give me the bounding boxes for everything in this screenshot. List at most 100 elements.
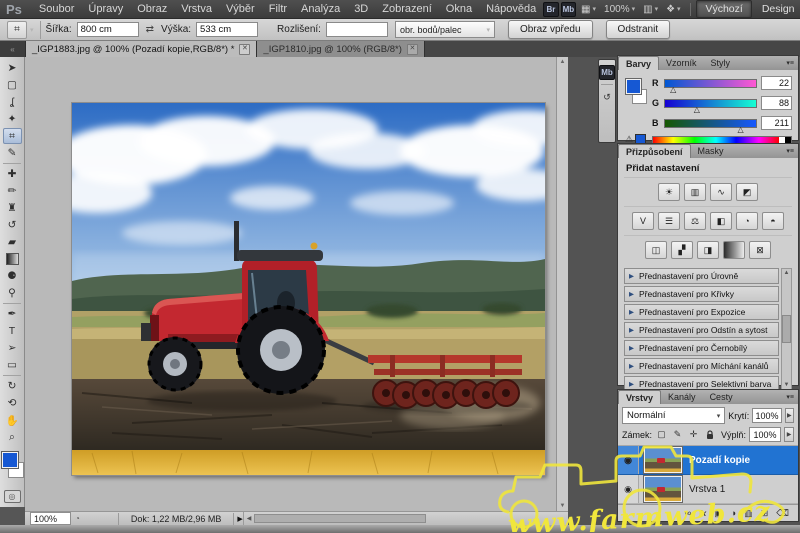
spot-healing-brush-tool[interactable]: ✚ bbox=[3, 166, 22, 182]
zoom-level-button[interactable]: 100%▾ bbox=[601, 4, 638, 15]
menu-vyber[interactable]: Výběr bbox=[219, 2, 262, 16]
document-tab-inactive[interactable]: _IGP1810.jpg @ 100% (RGB/8*) ✕ bbox=[257, 41, 425, 57]
mini-bridge-panel-button[interactable]: Mb bbox=[599, 64, 615, 80]
workspace-vychozi[interactable]: Výchozí bbox=[696, 0, 751, 18]
quick-mask-button[interactable]: ◎ bbox=[4, 490, 21, 503]
menu-upravy[interactable]: Úpravy bbox=[81, 2, 130, 16]
channel-mixer-icon[interactable]: ◓ bbox=[762, 212, 784, 230]
blur-tool[interactable]: ⚈ bbox=[3, 268, 22, 284]
menu-soubor[interactable]: Soubor bbox=[32, 2, 81, 16]
preset-curves[interactable]: ▶Přednastavení pro Křivky bbox=[624, 286, 779, 302]
selective-color-icon[interactable]: ⊠ bbox=[749, 241, 771, 259]
tab-masky[interactable]: Masky bbox=[691, 144, 731, 158]
brightness-contrast-icon[interactable]: ☀ bbox=[658, 183, 680, 201]
scrollbar-thumb[interactable] bbox=[782, 315, 791, 343]
blue-value[interactable]: 211 bbox=[761, 116, 792, 130]
slider-thumb[interactable]: △ bbox=[670, 86, 676, 94]
vertical-scrollbar[interactable]: ▲ ▼ bbox=[556, 57, 568, 511]
tab-kanaly[interactable]: Kanály bbox=[661, 390, 703, 404]
eyedropper-tool[interactable]: ✎ bbox=[3, 145, 22, 161]
document-tab-active[interactable]: _IGP1883.jpg @ 100% (Pozadí kopie,RGB/8*… bbox=[26, 41, 257, 57]
lock-all-icon[interactable] bbox=[703, 428, 716, 441]
menu-vrstva[interactable]: Vrstva bbox=[174, 2, 219, 16]
tab-vrstvy[interactable]: Vrstvy bbox=[618, 390, 661, 404]
lock-position-icon[interactable]: ✛ bbox=[687, 428, 700, 441]
canvas-photo[interactable] bbox=[72, 103, 545, 475]
vibrance-icon[interactable]: V bbox=[632, 212, 654, 230]
foreground-color-swatch[interactable] bbox=[626, 79, 641, 94]
brush-tool[interactable]: ✏ bbox=[3, 183, 22, 199]
workspace-design[interactable]: Design bbox=[754, 1, 800, 17]
menu-obraz[interactable]: Obraz bbox=[130, 2, 174, 16]
red-slider[interactable]: △ bbox=[664, 79, 757, 88]
pen-tool[interactable]: ✒ bbox=[3, 306, 22, 322]
green-slider[interactable]: △ bbox=[664, 99, 757, 108]
slider-thumb[interactable]: △ bbox=[737, 126, 743, 134]
scroll-down-icon[interactable]: ▼ bbox=[560, 503, 566, 509]
layer-row-pozadi-kopie[interactable]: ◉ Pozadí kopie bbox=[618, 446, 798, 475]
invert-icon[interactable]: ◫ bbox=[645, 241, 667, 259]
front-image-button[interactable]: Obraz vpředu bbox=[508, 20, 593, 39]
menu-analyza[interactable]: Analýza bbox=[294, 2, 347, 16]
close-icon[interactable]: ✕ bbox=[407, 44, 418, 55]
horizontal-scrollbar[interactable]: ◀ bbox=[243, 512, 568, 525]
fill-spinner-icon[interactable]: ▶ bbox=[784, 427, 794, 442]
levels-icon[interactable]: ▥ bbox=[684, 183, 706, 201]
posterize-icon[interactable]: ▞ bbox=[671, 241, 693, 259]
hand-tool[interactable]: ✋ bbox=[3, 412, 22, 428]
rectangle-tool[interactable]: ▭ bbox=[3, 357, 22, 373]
tab-styly[interactable]: Styly bbox=[704, 56, 738, 70]
tab-prizpusobeni[interactable]: Přizpůsobení bbox=[618, 144, 691, 158]
lasso-tool[interactable]: ʆ bbox=[3, 94, 22, 110]
panel-menu-icon[interactable]: ▾≡ bbox=[782, 56, 798, 70]
blue-slider[interactable]: △ bbox=[664, 119, 757, 128]
preset-scrollbar[interactable]: ▲ ▼ bbox=[781, 268, 792, 390]
layer-name[interactable]: Vrstva 1 bbox=[689, 484, 725, 495]
height-input[interactable] bbox=[196, 22, 258, 37]
scroll-down-icon[interactable]: ▼ bbox=[784, 382, 790, 388]
width-input[interactable] bbox=[77, 22, 139, 37]
layer-style-icon[interactable]: fx bbox=[699, 509, 706, 518]
preset-hue-saturation[interactable]: ▶Přednastavení pro Odstín a sytost bbox=[624, 322, 779, 338]
tab-vzornik[interactable]: Vzorník bbox=[659, 56, 704, 70]
new-layer-icon[interactable]: ⊞ bbox=[761, 508, 769, 519]
scroll-left-icon[interactable]: ◀ bbox=[247, 515, 252, 522]
curves-icon[interactable]: ∿ bbox=[710, 183, 732, 201]
scrollbar-thumb[interactable] bbox=[254, 514, 426, 523]
preset-channel-mixer[interactable]: ▶Přednastavení pro Míchání kanálů bbox=[624, 358, 779, 374]
color-balance-icon[interactable]: ⚖ bbox=[684, 212, 706, 230]
scroll-up-icon[interactable]: ▲ bbox=[784, 270, 790, 276]
exposure-icon[interactable]: ◩ bbox=[736, 183, 758, 201]
menu-napoveda[interactable]: Nápověda bbox=[479, 2, 543, 16]
toolbar-collapse-icon[interactable]: « bbox=[0, 41, 26, 57]
scroll-up-icon[interactable]: ▲ bbox=[560, 59, 566, 65]
path-selection-tool[interactable]: ➢ bbox=[3, 340, 22, 356]
clear-button[interactable]: Odstranit bbox=[606, 20, 671, 39]
mini-bridge-icon[interactable]: Mb bbox=[561, 2, 576, 17]
bridge-icon[interactable]: Br bbox=[543, 2, 558, 17]
red-value[interactable]: 22 bbox=[761, 76, 792, 90]
type-tool[interactable]: T bbox=[3, 323, 22, 339]
delete-layer-icon[interactable]: ⌫ bbox=[776, 508, 789, 519]
layer-name[interactable]: Pozadí kopie bbox=[689, 455, 750, 466]
fill-value[interactable]: 100% bbox=[749, 427, 781, 442]
layer-thumbnail[interactable] bbox=[644, 476, 682, 502]
arrange-documents-button[interactable]: ▥▾ bbox=[640, 4, 661, 15]
tab-barvy[interactable]: Barvy bbox=[618, 56, 659, 70]
swap-dimensions-icon[interactable]: ⇄ bbox=[144, 24, 156, 35]
photo-filter-icon[interactable]: ◔ bbox=[736, 212, 758, 230]
preset-exposure[interactable]: ▶Přednastavení pro Expozice bbox=[624, 304, 779, 320]
layer-group-icon[interactable]: ▥ bbox=[744, 508, 753, 519]
green-value[interactable]: 88 bbox=[761, 96, 792, 110]
zoom-tool[interactable]: ⌕ bbox=[3, 429, 22, 445]
gradient-map-icon[interactable] bbox=[723, 241, 745, 259]
dodge-tool[interactable]: ⚲ bbox=[3, 285, 22, 301]
blend-mode-select[interactable]: Normální ▾ bbox=[622, 407, 725, 424]
view-extras-button[interactable]: ▦▾ bbox=[578, 4, 599, 15]
hue-saturation-icon[interactable]: ☰ bbox=[658, 212, 680, 230]
opacity-spinner-icon[interactable]: ▶ bbox=[785, 408, 794, 423]
preset-black-white[interactable]: ▶Přednastavení pro Černobílý bbox=[624, 340, 779, 356]
panel-menu-icon[interactable]: ▾≡ bbox=[782, 390, 798, 404]
eraser-tool[interactable]: ▰ bbox=[3, 234, 22, 250]
gradient-tool[interactable] bbox=[3, 251, 22, 267]
